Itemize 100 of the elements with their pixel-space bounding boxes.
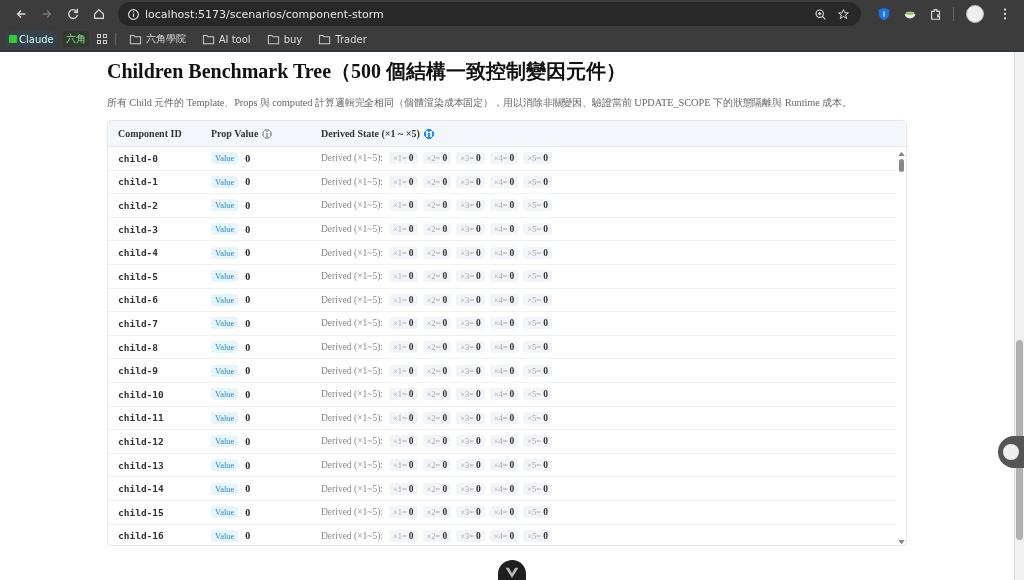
zoom-icon[interactable] (814, 7, 827, 21)
bookmark[interactable]: 六角 (62, 31, 89, 47)
derived-chip: ×2= 0 (422, 482, 452, 495)
derived-chip: ×3= 0 (456, 175, 485, 188)
prop-value: 0 (245, 388, 251, 400)
component-id: child-5 (118, 270, 159, 282)
derived-chip: ×2= 0 (422, 317, 452, 330)
component-id: child-2 (118, 200, 159, 211)
derived-chip: ×2= 0 (422, 152, 452, 165)
star-icon[interactable] (837, 7, 850, 21)
derived-chip: ×4= 0 (489, 152, 519, 165)
bookmark-folder[interactable]: buy (263, 31, 306, 47)
bookmark-folder[interactable]: AI tool (198, 31, 254, 47)
value-tag: Value (211, 152, 239, 165)
derived-chip: ×1= 0 (388, 270, 418, 283)
derived-chip: ×4= 0 (489, 388, 519, 401)
derived-chip: ×5= 0 (523, 529, 552, 542)
prop-value: 0 (245, 247, 251, 259)
value-tag: Value (211, 341, 239, 354)
derived-chip: ×3= 0 (456, 411, 485, 424)
folder-icon (266, 33, 280, 45)
component-id: child-10 (118, 388, 164, 400)
component-id: child-16 (118, 530, 164, 542)
derived-chip: ×5= 0 (523, 341, 552, 354)
value-tag: Value (211, 411, 239, 424)
column-header[interactable]: Derived State (×1 ~ ×5) (321, 128, 420, 139)
assistant-button[interactable] (998, 436, 1024, 468)
derived-chip: ×2= 0 (422, 175, 452, 188)
bookmark[interactable]: Claude (6, 31, 57, 47)
prop-value: 0 (245, 459, 251, 471)
derived-chip: ×2= 0 (422, 506, 452, 519)
derived-label: Derived (×1~5): (321, 530, 383, 541)
profile-avatar[interactable] (966, 5, 984, 23)
derived-chip: ×4= 0 (489, 529, 519, 542)
value-tag: Value (211, 364, 239, 377)
derived-chip: ×4= 0 (489, 506, 519, 519)
component-id: child-12 (118, 435, 164, 447)
derived-chip: ×3= 0 (456, 482, 485, 495)
derived-label: Derived (×1~5): (321, 247, 383, 258)
component-id: child-15 (118, 506, 164, 518)
derived-chip: ×1= 0 (388, 223, 418, 236)
derived-chip: ×2= 0 (422, 529, 452, 542)
apps-icon[interactable] (94, 32, 109, 46)
derived-chip: ×4= 0 (489, 270, 519, 283)
value-tag: Value (211, 270, 239, 283)
scroll-down-icon[interactable] (897, 540, 905, 545)
derived-chip: ×1= 0 (388, 364, 418, 377)
home-icon[interactable] (92, 7, 106, 21)
derived-chip: ×1= 0 (388, 435, 418, 448)
shield-icon[interactable] (877, 7, 891, 21)
url-text: localhost:5173/scenarios/component-storm (145, 7, 384, 21)
value-tag: Value (211, 435, 239, 448)
back-icon[interactable] (14, 7, 28, 21)
derived-label: Derived (×1~5): (321, 271, 383, 282)
scroll-up-icon[interactable] (897, 151, 905, 156)
derived-chip: ×3= 0 (456, 199, 485, 212)
devtools-button[interactable] (498, 560, 526, 580)
page-title: Children Benchmark Tree（500 個結構一致控制變因元件） (107, 59, 628, 83)
value-tag: Value (211, 482, 239, 495)
prop-value: 0 (245, 483, 251, 495)
derived-chip: ×4= 0 (489, 175, 519, 188)
address-bar[interactable]: localhost:5173/scenarios/component-storm (118, 2, 861, 26)
derived-chip: ×1= 0 (388, 175, 418, 188)
reload-icon[interactable] (66, 7, 80, 21)
derived-label: Derived (×1~5): (321, 507, 383, 518)
derived-chip: ×2= 0 (422, 435, 452, 448)
prop-value: 0 (245, 435, 251, 447)
derived-chip: ×2= 0 (422, 199, 452, 212)
derived-label: Derived (×1~5): (321, 200, 383, 211)
derived-label: Derived (×1~5): (321, 412, 383, 423)
derived-chip: ×2= 0 (422, 293, 452, 306)
derived-chip: ×1= 0 (388, 459, 418, 471)
derived-chip: ×2= 0 (422, 411, 452, 424)
bookmark-folder[interactable]: 六角學院 (125, 31, 189, 47)
derived-chip: ×5= 0 (523, 364, 552, 377)
derived-chip: ×3= 0 (456, 529, 485, 542)
extensions-icon[interactable] (929, 7, 943, 21)
derived-chip: ×4= 0 (489, 293, 519, 306)
derived-chip: ×4= 0 (489, 317, 519, 330)
scroll-thumb[interactable] (898, 159, 904, 172)
value-tag: Value (211, 459, 239, 471)
derived-chip: ×2= 0 (422, 388, 452, 401)
component-id: child-8 (118, 341, 159, 353)
column-header[interactable]: Prop Value (211, 128, 259, 139)
derived-chip: ×5= 0 (523, 506, 552, 519)
derived-chip: ×4= 0 (489, 199, 519, 212)
value-tag: Value (211, 246, 239, 259)
derived-chip: ×4= 0 (489, 364, 519, 377)
bookmark-folder[interactable]: Trader (315, 31, 370, 47)
derived-chip: ×3= 0 (456, 388, 485, 401)
value-tag: Value (211, 388, 239, 401)
prop-value: 0 (245, 317, 251, 329)
derived-chip: ×5= 0 (523, 459, 552, 471)
derived-label: Derived (×1~5): (321, 365, 383, 376)
derived-label: Derived (×1~5): (321, 176, 383, 187)
derived-label: Derived (×1~5): (321, 460, 383, 470)
chevron-icon (504, 566, 520, 579)
value-tag: Value (211, 529, 239, 542)
derived-chip: ×1= 0 (388, 152, 418, 165)
column-header[interactable]: Component ID (118, 128, 182, 139)
